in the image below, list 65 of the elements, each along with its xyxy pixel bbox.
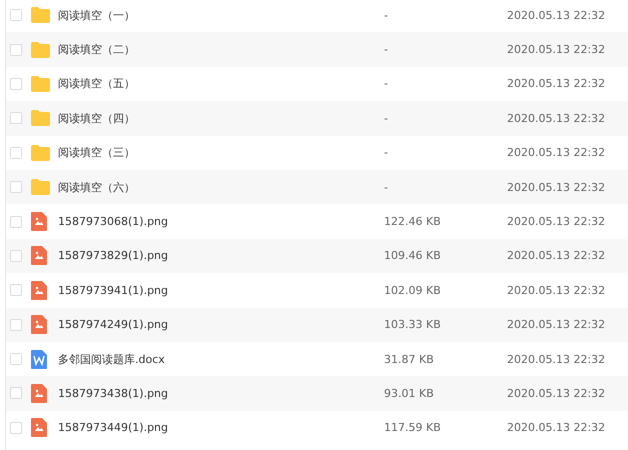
file-size: 109.46 KB — [384, 249, 442, 262]
word-document-icon — [31, 350, 47, 369]
file-name[interactable]: 1587973449(1).png — [58, 421, 384, 434]
modified-date: 2020.05.13 22:32 — [507, 386, 606, 400]
checkbox[interactable] — [10, 422, 22, 434]
modified-date: 2020.05.13 22:32 — [507, 215, 606, 228]
file-size: - — [384, 43, 389, 56]
modified-date: 2020.05.13 22:32 — [507, 284, 606, 297]
file-name[interactable]: 阅读填空（四） — [58, 110, 384, 126]
image-file-icon — [31, 418, 47, 438]
file-name[interactable]: 1587973068(1).png — [58, 215, 384, 228]
file-name[interactable]: 阅读填空（五） — [58, 76, 384, 92]
image-file-icon — [31, 280, 47, 300]
image-file-icon — [31, 384, 47, 403]
file-name[interactable]: 阅读填空（三） — [58, 145, 384, 160]
checkbox[interactable] — [10, 78, 22, 90]
checkbox[interactable] — [10, 353, 22, 366]
file-name[interactable]: 阅读填空（二） — [58, 42, 384, 58]
checkbox[interactable] — [10, 387, 22, 400]
checkbox[interactable] — [10, 250, 22, 262]
file-size: - — [384, 8, 389, 22]
file-name[interactable]: 1587974249(1).png — [58, 318, 384, 332]
file-name[interactable]: 1587973941(1).png — [58, 284, 384, 297]
file-size: 102.09 KB — [384, 284, 442, 297]
checkbox[interactable] — [10, 216, 22, 228]
file-size: 93.01 KB — [384, 386, 435, 400]
folder-icon — [31, 110, 50, 126]
modified-date: 2020.05.13 22:32 — [507, 146, 606, 160]
modified-date: 2020.05.13 22:32 — [507, 112, 606, 125]
file-name[interactable]: 1587973438(1).png — [58, 386, 384, 400]
image-file-icon — [31, 315, 47, 334]
file-name[interactable]: 多邻国阅读题库.docx — [58, 352, 384, 367]
folder-icon — [31, 179, 50, 196]
checkbox[interactable] — [10, 112, 22, 124]
modified-date: 2020.05.13 22:32 — [507, 180, 606, 194]
checkbox[interactable] — [10, 284, 22, 296]
modified-date: 2020.05.13 22:32 — [507, 352, 606, 366]
folder-icon — [31, 42, 50, 58]
image-file-icon — [31, 212, 47, 232]
file-size: - — [384, 112, 389, 125]
modified-date: 2020.05.13 22:32 — [507, 77, 606, 90]
checkbox[interactable] — [10, 318, 22, 331]
file-size: - — [384, 180, 389, 194]
file-name[interactable]: 1587973829(1).png — [58, 249, 384, 262]
checkbox[interactable] — [10, 9, 22, 22]
folder-icon — [31, 144, 50, 161]
file-name[interactable]: 阅读填空（一） — [58, 8, 384, 23]
file-size: 122.46 KB — [384, 215, 442, 228]
modified-date: 2020.05.13 22:32 — [507, 249, 606, 262]
file-size: - — [384, 146, 389, 160]
modified-date: 2020.05.13 22:32 — [507, 43, 606, 56]
modified-date: 2020.05.13 22:32 — [507, 8, 606, 22]
folder-icon — [31, 7, 50, 24]
image-file-icon — [31, 246, 47, 266]
modified-date: 2020.05.13 22:32 — [507, 421, 606, 434]
folder-icon — [31, 76, 50, 92]
file-size: - — [384, 77, 389, 90]
file-size: 117.59 KB — [384, 421, 442, 434]
modified-date: 2020.05.13 22:32 — [507, 318, 606, 332]
file-size: 31.87 KB — [384, 352, 435, 366]
checkbox[interactable] — [10, 146, 22, 159]
checkbox[interactable] — [10, 44, 22, 56]
file-name[interactable]: 阅读填空（六） — [58, 180, 384, 195]
file-size: 103.33 KB — [384, 318, 442, 332]
checkbox[interactable] — [10, 181, 22, 194]
